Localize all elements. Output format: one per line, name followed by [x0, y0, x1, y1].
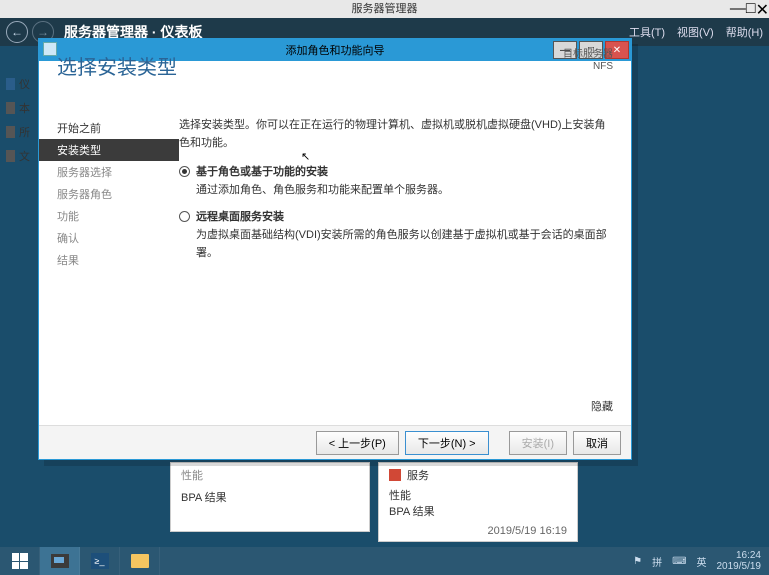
file-icon [6, 150, 15, 162]
bpa-label2: BPA 结果 [389, 503, 567, 519]
cursor-icon: ↖ [301, 149, 310, 167]
taskbar: ≥_ ⚑ 拼 ⌨ 英 16:24 2019/5/19 [0, 547, 769, 575]
step-features: 功能 [39, 205, 179, 227]
task-powershell[interactable]: ≥_ [80, 547, 120, 575]
nav-back-button[interactable]: ← [6, 21, 28, 43]
step-confirm: 确认 [39, 227, 179, 249]
svc-label: 服务 [407, 467, 429, 483]
next-button[interactable]: 下一步(N) > [405, 431, 489, 455]
option-rds[interactable]: 远程桌面服务安装 为虚拟桌面基础结构(VDI)安装所需的角色服务以创建基于虚拟机… [179, 209, 613, 262]
cancel-button[interactable]: 取消 [573, 431, 621, 455]
wizard-steps: 开始之前 安装类型 服务器选择 服务器角色 功能 确认 结果 [39, 61, 179, 425]
tray-keyboard-icon[interactable]: ⌨ [672, 556, 686, 567]
option-rds-label: 远程桌面服务安装 [196, 211, 284, 223]
step-before[interactable]: 开始之前 [39, 117, 179, 139]
perf-label: 性能 [389, 487, 567, 503]
panel-timestamp: 2019/5/19 16:19 [487, 525, 567, 537]
rail-all[interactable]: 所 [0, 120, 36, 144]
radio-rds[interactable] [179, 211, 190, 222]
powershell-icon: ≥_ [91, 553, 109, 569]
folder-icon [131, 554, 149, 568]
option-role-based-desc: 通过添加角色、角色服务和功能来配置单个服务器。 [196, 182, 449, 200]
task-explorer[interactable] [120, 547, 160, 575]
target-server-label: 目标服务器 [563, 49, 613, 61]
step-server-sel[interactable]: 服务器选择 [39, 161, 179, 183]
bg-panel-right: 服务 性能 BPA 结果 2019/5/19 16:19 [378, 462, 578, 542]
menu-help[interactable]: 帮助(H) [726, 24, 763, 40]
prev-button[interactable]: < 上一步(P) [316, 431, 399, 455]
menu-view[interactable]: 视图(V) [677, 24, 714, 40]
outer-maximize-button[interactable]: □ [746, 0, 756, 20]
menu-tools[interactable]: 工具(T) [629, 24, 665, 40]
tray-date: 2019/5/19 [717, 561, 762, 572]
task-server-manager[interactable] [40, 547, 80, 575]
left-rail: 仪 本 所 文 [0, 72, 36, 168]
install-button: 安装(I) [509, 431, 567, 455]
wizard-window: 添加角色和功能向导 — □ ✕ 选择安装类型 目标服务器 NFS 开始之前 安装… [38, 38, 632, 460]
bg-panel-left: 性能 BPA 结果 [170, 462, 370, 532]
option-role-based[interactable]: 基于角色或基于功能的安装 通过添加角色、角色服务和功能来配置单个服务器。 [179, 164, 613, 199]
outer-window-controls: — □ ✕ [730, 0, 769, 20]
wizard-footer: < 上一步(P) 下一步(N) > 安装(I) 取消 [39, 425, 631, 459]
outer-close-button[interactable]: ✕ [756, 0, 769, 20]
step-results: 结果 [39, 249, 179, 271]
server-icon [6, 102, 15, 114]
hide-details-link[interactable]: 隐藏 [591, 399, 613, 417]
step-server-role: 服务器角色 [39, 183, 179, 205]
bpa-label: BPA 结果 [181, 489, 359, 505]
rail-file[interactable]: 文 [0, 144, 36, 168]
intro-text: 选择安装类型。你可以在正在运行的物理计算机、虚拟机或脱机虚拟硬盘(VHD)上安装… [179, 117, 613, 152]
servers-icon [6, 126, 15, 138]
server-manager-icon [51, 554, 69, 568]
tray-lang[interactable]: 英 [697, 554, 707, 569]
tray-ime-icon[interactable]: 拼 [652, 554, 662, 569]
start-button[interactable] [0, 547, 40, 575]
option-rds-desc: 为虚拟桌面基础结构(VDI)安装所需的角色服务以创建基于虚拟机或基于会话的桌面部… [196, 227, 613, 262]
option-role-based-label: 基于角色或基于功能的安装 [196, 166, 328, 178]
alert-icon [389, 469, 401, 481]
wizard-content: 选择安装类型。你可以在正在运行的物理计算机、虚拟机或脱机虚拟硬盘(VHD)上安装… [179, 61, 631, 425]
outer-window-title: 服务器管理器 [0, 0, 769, 18]
outer-minimize-button[interactable]: — [730, 0, 746, 20]
dashboard-icon [6, 78, 15, 90]
radio-role-based[interactable] [179, 166, 190, 177]
tray-clock[interactable]: 16:24 2019/5/19 [717, 550, 762, 572]
system-tray: ⚑ 拼 ⌨ 英 16:24 2019/5/19 [625, 547, 769, 575]
wizard-icon [43, 42, 57, 56]
tray-time: 16:24 [717, 550, 762, 561]
menu-bar: 工具(T) 视图(V) 帮助(H) [629, 18, 763, 46]
step-type[interactable]: 安装类型 [39, 139, 179, 161]
windows-icon [12, 553, 28, 569]
tray-flag-icon[interactable]: ⚑ [633, 556, 642, 567]
rail-dashboard[interactable]: 仪 [0, 72, 36, 96]
rail-local[interactable]: 本 [0, 96, 36, 120]
